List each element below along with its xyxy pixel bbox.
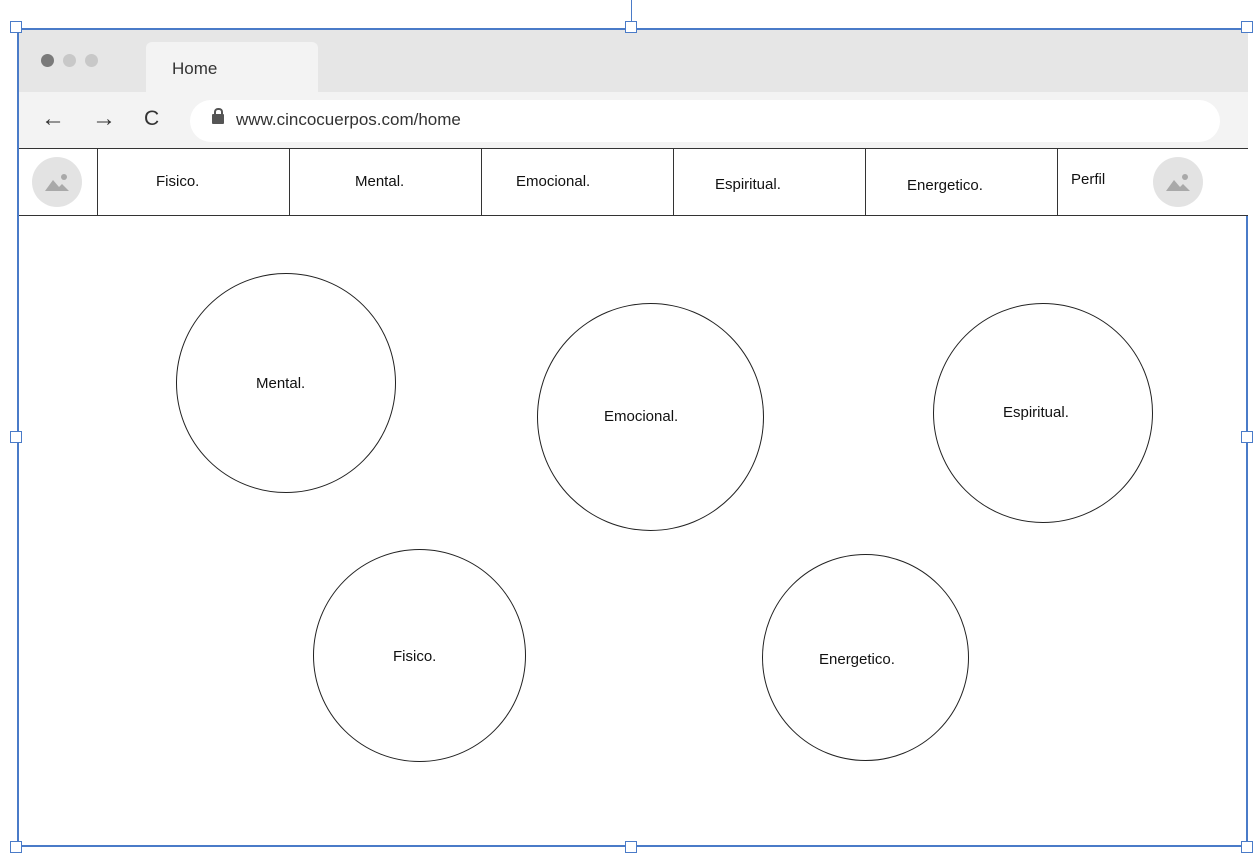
window-maximize-dot[interactable] bbox=[85, 54, 98, 67]
circle-emocional[interactable]: Emocional. bbox=[537, 303, 764, 531]
back-arrow-icon[interactable]: ← bbox=[41, 104, 65, 134]
circle-fisico[interactable]: Fisico. bbox=[313, 549, 526, 762]
browser-addressbar: ← → C www.cincocuerpos.com/home bbox=[19, 92, 1248, 148]
nav-item-energetico[interactable]: Energetico. bbox=[866, 149, 1058, 215]
browser-tab-home[interactable]: Home bbox=[146, 42, 318, 92]
browser-titlebar: Home bbox=[19, 30, 1248, 92]
resize-handle-bottom[interactable] bbox=[625, 841, 637, 853]
nav-item-emocional[interactable]: Emocional. bbox=[482, 149, 674, 215]
resize-handle-bottom-left[interactable] bbox=[10, 841, 22, 853]
circle-energetico[interactable]: Energetico. bbox=[762, 554, 969, 761]
resize-handle-top[interactable] bbox=[625, 21, 637, 33]
resize-handle-top-right[interactable] bbox=[1241, 21, 1253, 33]
circle-label-emocional: Emocional. bbox=[604, 408, 679, 425]
selection-guide-line bbox=[631, 0, 632, 22]
circle-label-energetico: Energetico. bbox=[819, 651, 895, 668]
window-minimize-dot[interactable] bbox=[63, 54, 76, 67]
profile-label: Perfil bbox=[1071, 171, 1106, 188]
site-navbar: Fisico. Mental. Emocional. Espiritual. E… bbox=[19, 148, 1248, 216]
nav-item-label: Emocional. bbox=[516, 173, 591, 190]
circle-label-espiritual: Espiritual. bbox=[1003, 404, 1069, 421]
circle-label-fisico: Fisico. bbox=[393, 648, 437, 665]
nav-item-label: Espiritual. bbox=[715, 176, 781, 193]
resize-handle-bottom-right[interactable] bbox=[1241, 841, 1253, 853]
nav-item-espiritual[interactable]: Espiritual. bbox=[674, 149, 866, 215]
lock-icon bbox=[212, 108, 224, 124]
profile-image-icon[interactable] bbox=[1153, 157, 1203, 207]
logo-image-icon[interactable] bbox=[32, 157, 82, 207]
nav-item-label: Energetico. bbox=[907, 177, 983, 194]
tab-title: Home bbox=[172, 59, 218, 78]
forward-arrow-icon[interactable]: → bbox=[92, 104, 116, 134]
nav-item-label: Mental. bbox=[355, 173, 405, 190]
circle-espiritual[interactable]: Espiritual. bbox=[933, 303, 1153, 523]
resize-handle-left[interactable] bbox=[10, 431, 22, 443]
url-text: www.cincocuerpos.com/home bbox=[236, 110, 461, 129]
nav-item-label: Fisico. bbox=[156, 173, 200, 190]
reload-icon[interactable]: C bbox=[144, 104, 159, 134]
resize-handle-right[interactable] bbox=[1241, 431, 1253, 443]
circle-label-mental: Mental. bbox=[256, 375, 306, 392]
url-field[interactable]: www.cincocuerpos.com/home bbox=[190, 100, 1220, 142]
window-close-dot[interactable] bbox=[41, 54, 54, 67]
nav-item-mental[interactable]: Mental. bbox=[290, 149, 482, 215]
circle-mental[interactable]: Mental. bbox=[176, 273, 396, 493]
nav-item-perfil[interactable]: Perfil bbox=[1058, 149, 1248, 215]
resize-handle-top-left[interactable] bbox=[10, 21, 22, 33]
nav-item-fisico[interactable]: Fisico. bbox=[98, 149, 290, 215]
navbar-logo-cell bbox=[19, 149, 98, 215]
